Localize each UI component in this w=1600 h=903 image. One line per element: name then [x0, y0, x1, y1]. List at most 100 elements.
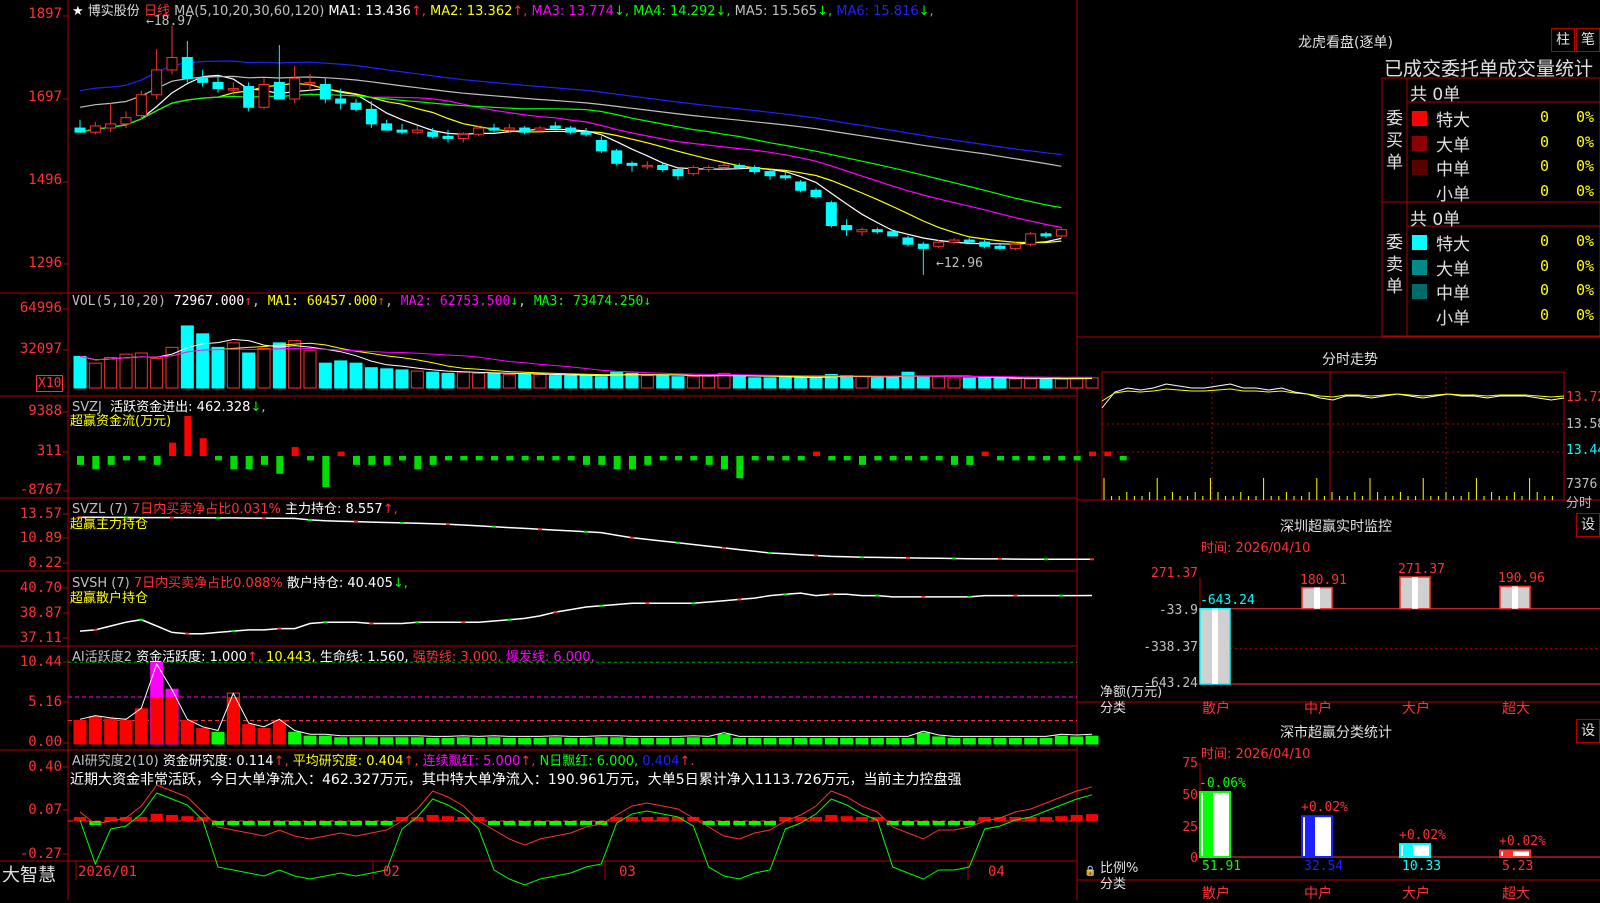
candle [749, 166, 761, 173]
order-size-label: 大单 [1436, 135, 1470, 156]
activity-bar [809, 738, 823, 745]
intraday-frame [1101, 371, 1565, 501]
svzl-subtitle: 超赢主力持仓 [70, 517, 149, 532]
fund-flow-bar [169, 442, 176, 456]
volume-bar [732, 376, 746, 389]
research-bar [1055, 816, 1068, 821]
up-arrow-icon: ↑, [403, 754, 419, 769]
activity-bar [364, 737, 378, 745]
monitor-xlabel: 分类 [1100, 701, 1127, 716]
legend-swatch [1412, 135, 1427, 151]
ma-values: MA1: 13.436↑, MA2: 13.362↑, MA3: 13.774↓… [328, 4, 933, 19]
ai-research-legend: AI研究度2(10) 资金研究度: 0.114↑, 平均研究度: 0.404↑,… [72, 750, 695, 769]
research-bar [825, 815, 838, 821]
activity-bar [1054, 735, 1068, 745]
bar-value-label: -643.24 [1200, 592, 1255, 608]
low-mark: ←12.96 [936, 256, 983, 271]
svsh-axis-label: 38.87 [19, 605, 62, 621]
legend-swatch [1412, 308, 1427, 324]
fund-flow-bar [537, 456, 544, 461]
volume-bar [456, 371, 470, 389]
candle [1055, 229, 1067, 237]
candle [135, 94, 147, 117]
candle [902, 237, 914, 245]
fenshi-title[interactable]: 分时走势 [1322, 349, 1378, 369]
tick-mode-button[interactable]: 笔 [1576, 28, 1600, 52]
sell-orders-label: 委卖单 [1386, 233, 1403, 297]
activity-bar [686, 737, 700, 745]
volume-bar [472, 372, 486, 389]
candle [979, 241, 991, 247]
up-arrow-icon: ↑, [382, 502, 398, 517]
activity-bar [656, 738, 670, 745]
activity-bar [426, 738, 440, 745]
candle [197, 77, 209, 83]
holding-mark [630, 536, 634, 539]
candle [841, 225, 853, 231]
volume-bar [748, 377, 762, 389]
research-bar [518, 821, 531, 826]
fund-flow-bar [383, 456, 391, 465]
research-bar [1086, 814, 1098, 821]
svzj-subtitle: 超赢资金流(万元) [70, 414, 172, 429]
volume-bar [119, 353, 133, 389]
fund-flow-bar [291, 447, 299, 456]
fund-flow-bar [1027, 456, 1035, 461]
research-bar [442, 816, 454, 821]
activity-bar [242, 723, 256, 745]
vol-unit-badge: X10 [36, 375, 64, 392]
ai-research-axis-label: 0.07 [28, 802, 62, 818]
order-count: 0 [1540, 181, 1550, 200]
research-bar [564, 821, 577, 825]
fund-flow-bar [1073, 456, 1081, 461]
vol-params: VOL(5,10,20) [72, 294, 166, 309]
down-arrow-icon: ↓ [643, 294, 652, 309]
volume-bar [180, 325, 194, 389]
ma-value-2: MA2: 13.362 [429, 4, 513, 19]
candle [534, 127, 546, 131]
price-axis-label: 1296 [28, 255, 62, 271]
holding-mark [768, 551, 772, 554]
stats-title: 深市超赢分类统计 [1280, 725, 1392, 741]
research-green-line [79, 792, 1093, 886]
order-percent: 0% [1576, 108, 1595, 126]
stats-settings-button[interactable]: 设 [1576, 719, 1600, 743]
vol-ma2: MA2: 62753.500 [400, 294, 511, 309]
order-size-label: 小单 [1436, 308, 1470, 329]
up-arrow-icon: ↑, [273, 754, 289, 769]
research-bar [902, 821, 914, 825]
volume-bar [1008, 378, 1022, 389]
bar-mode-button[interactable]: 柱 [1551, 28, 1575, 52]
candle [166, 56, 178, 71]
lock-icon[interactable]: 🔒 [1084, 866, 1096, 877]
holding-mark [829, 593, 834, 596]
holding-mark [461, 621, 466, 624]
fund-flow-bar [475, 456, 483, 461]
candle [948, 239, 960, 243]
activity-bar [1070, 736, 1084, 745]
volume-bar [104, 357, 118, 389]
lhb-tabs[interactable]: 已成交委托单成交量统计 [1384, 54, 1593, 81]
volume-bar [962, 377, 976, 389]
fund-flow-bar [184, 416, 192, 456]
activity-bar [824, 738, 838, 745]
research-bar [748, 821, 761, 825]
fund-flow-bar [583, 456, 590, 465]
volume-bar [349, 362, 363, 389]
holding-mark [676, 541, 680, 544]
research-bar [718, 821, 730, 825]
ma-line-1 [79, 74, 1062, 245]
svzl-net-ratio: 7日内买卖净占比0.031% [131, 502, 281, 517]
research-bar [365, 821, 378, 825]
fund-flow-bar [935, 456, 943, 461]
ai-research-avg: 平均研究度: 0.404 [292, 754, 404, 769]
ai-research-comment: 近期大资金非常活跃，今日大单净流入：462.327万元，其中特大单净流入：190… [70, 772, 962, 788]
candle [243, 86, 255, 108]
stock-name[interactable]: 博实股份 [88, 4, 140, 19]
fenshi-axis-label: 7376 [1566, 477, 1598, 492]
monitor-settings-button[interactable]: 设 [1576, 513, 1600, 537]
activity-bar [748, 738, 762, 745]
fund-flow-bar [123, 456, 130, 461]
research-bar [810, 817, 822, 821]
candle [473, 127, 485, 135]
